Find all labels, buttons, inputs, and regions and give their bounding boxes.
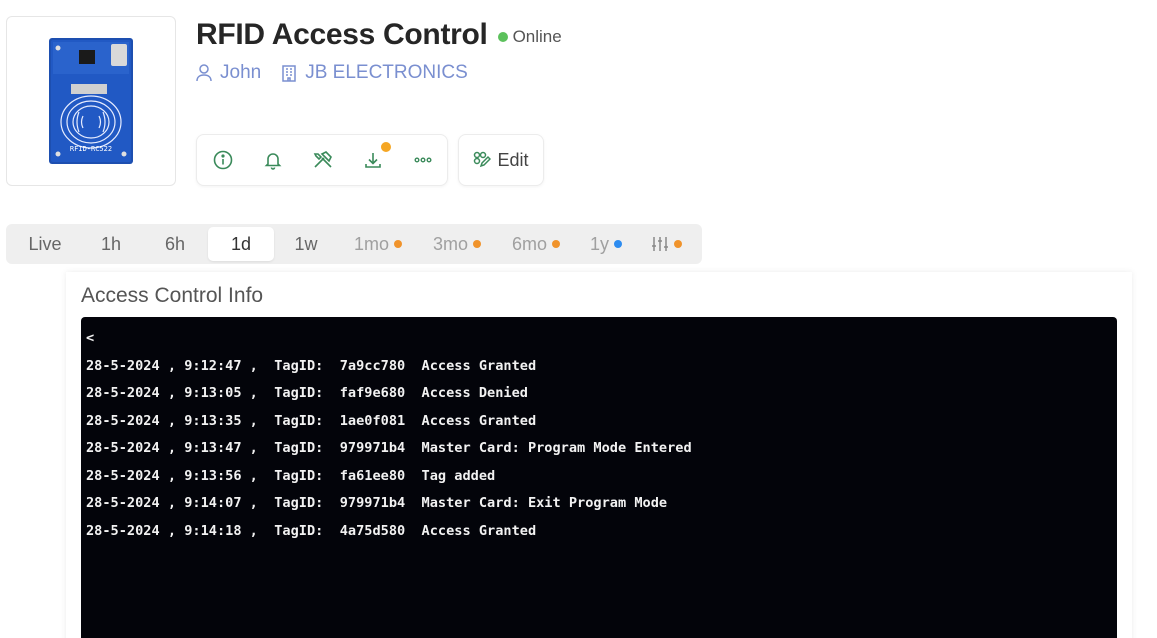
- more-button[interactable]: [411, 148, 435, 172]
- access-control-panel: Access Control Info < 28-5-2024 , 9:12:4…: [66, 272, 1132, 638]
- range-1mo[interactable]: 1mo: [338, 227, 418, 261]
- status-badge: Online: [497, 23, 562, 47]
- premium-dot-icon: [673, 240, 682, 248]
- premium-dot-icon: [614, 240, 622, 248]
- device-toolbar: [196, 134, 448, 186]
- edit-button[interactable]: Edit: [458, 134, 544, 186]
- log-line: 28-5-2024 , 9:13:47 , TagID: 979971b4 Ma…: [86, 440, 692, 456]
- module-label: RFID-RC522: [70, 145, 112, 153]
- notifications-button[interactable]: [261, 148, 285, 172]
- range-label: 1h: [100, 233, 122, 254]
- rfid-module-image: RFID-RC522: [49, 38, 133, 164]
- building-icon: [282, 65, 296, 82]
- download-button[interactable]: [361, 142, 391, 172]
- range-label: 6h: [164, 233, 186, 254]
- log-line: 28-5-2024 , 9:12:47 , TagID: 7a9cc780 Ac…: [86, 357, 537, 374]
- range-label: 1y: [589, 233, 609, 254]
- range-label: Live: [28, 233, 62, 254]
- time-range-selector: Live 1h 6h 1d 1w 1mo 3mo 6mo 1y: [6, 224, 702, 264]
- range-label: 1d: [230, 233, 252, 254]
- page-title: RFID Access Control: [196, 18, 488, 51]
- log-line: 28-5-2024 , 9:13:56 , TagID: fa61ee80 Ta…: [86, 467, 496, 484]
- log-line: 28-5-2024 , 9:13:05 , TagID: faf9e680 Ac…: [86, 385, 528, 401]
- edit-label: Edit: [497, 149, 529, 170]
- premium-dot-icon: [394, 240, 402, 248]
- tools-icon: [313, 151, 332, 168]
- device-dashboard: RFID-RC522 RFID Access Control Online Jo…: [0, 0, 1157, 638]
- bell-icon: [264, 153, 282, 170]
- range-1h[interactable]: 1h: [80, 227, 142, 261]
- range-label: 1w: [294, 233, 318, 254]
- device-image-card: RFID-RC522: [6, 16, 176, 186]
- user-icon: [196, 64, 212, 82]
- premium-dot-icon: [552, 240, 560, 248]
- log-line: 28-5-2024 , 9:14:18 , TagID: 4a75d580 Ac…: [86, 522, 537, 539]
- info-button[interactable]: [211, 148, 235, 172]
- more-icon: [414, 157, 432, 163]
- tools-button[interactable]: [311, 148, 335, 172]
- range-6h[interactable]: 6h: [142, 227, 208, 261]
- range-label: 6mo: [511, 233, 547, 254]
- organization-name: JB ELECTRONICS: [305, 62, 468, 83]
- range-live[interactable]: Live: [10, 227, 80, 261]
- online-dot-icon: [497, 32, 508, 42]
- range-1w[interactable]: 1w: [274, 227, 338, 261]
- organization-link[interactable]: JB ELECTRONICS: [281, 62, 468, 84]
- download-icon: [365, 153, 381, 168]
- log-line: 28-5-2024 , 9:13:35 , TagID: 1ae0f081 Ac…: [86, 412, 537, 429]
- range-1d[interactable]: 1d: [208, 227, 274, 261]
- device-meta: John JB ELECTRONICS: [196, 62, 468, 84]
- terminal-log[interactable]: < 28-5-2024 , 9:12:47 , TagID: 7a9cc780 …: [81, 317, 1117, 638]
- range-3mo[interactable]: 3mo: [418, 227, 496, 261]
- range-label: 3mo: [432, 233, 468, 254]
- owner-name: John: [220, 62, 262, 83]
- log-line: <: [86, 330, 95, 346]
- range-1y[interactable]: 1y: [576, 227, 636, 261]
- range-6mo[interactable]: 6mo: [496, 227, 576, 261]
- owner-link[interactable]: John: [196, 62, 261, 84]
- info-icon: [213, 150, 233, 170]
- premium-dot-icon: [473, 240, 481, 248]
- range-label: 1mo: [353, 233, 389, 254]
- log-line: 28-5-2024 , 9:14:07 , TagID: 979971b4 Ma…: [86, 495, 668, 511]
- status-text: Online: [512, 27, 562, 46]
- edit-icon: [474, 151, 492, 168]
- download-badge-dot: [381, 142, 391, 152]
- sliders-icon: [651, 237, 668, 251]
- title-row: RFID Access Control Online: [196, 18, 562, 52]
- panel-title: Access Control Info: [81, 284, 264, 307]
- range-custom[interactable]: [636, 227, 696, 261]
